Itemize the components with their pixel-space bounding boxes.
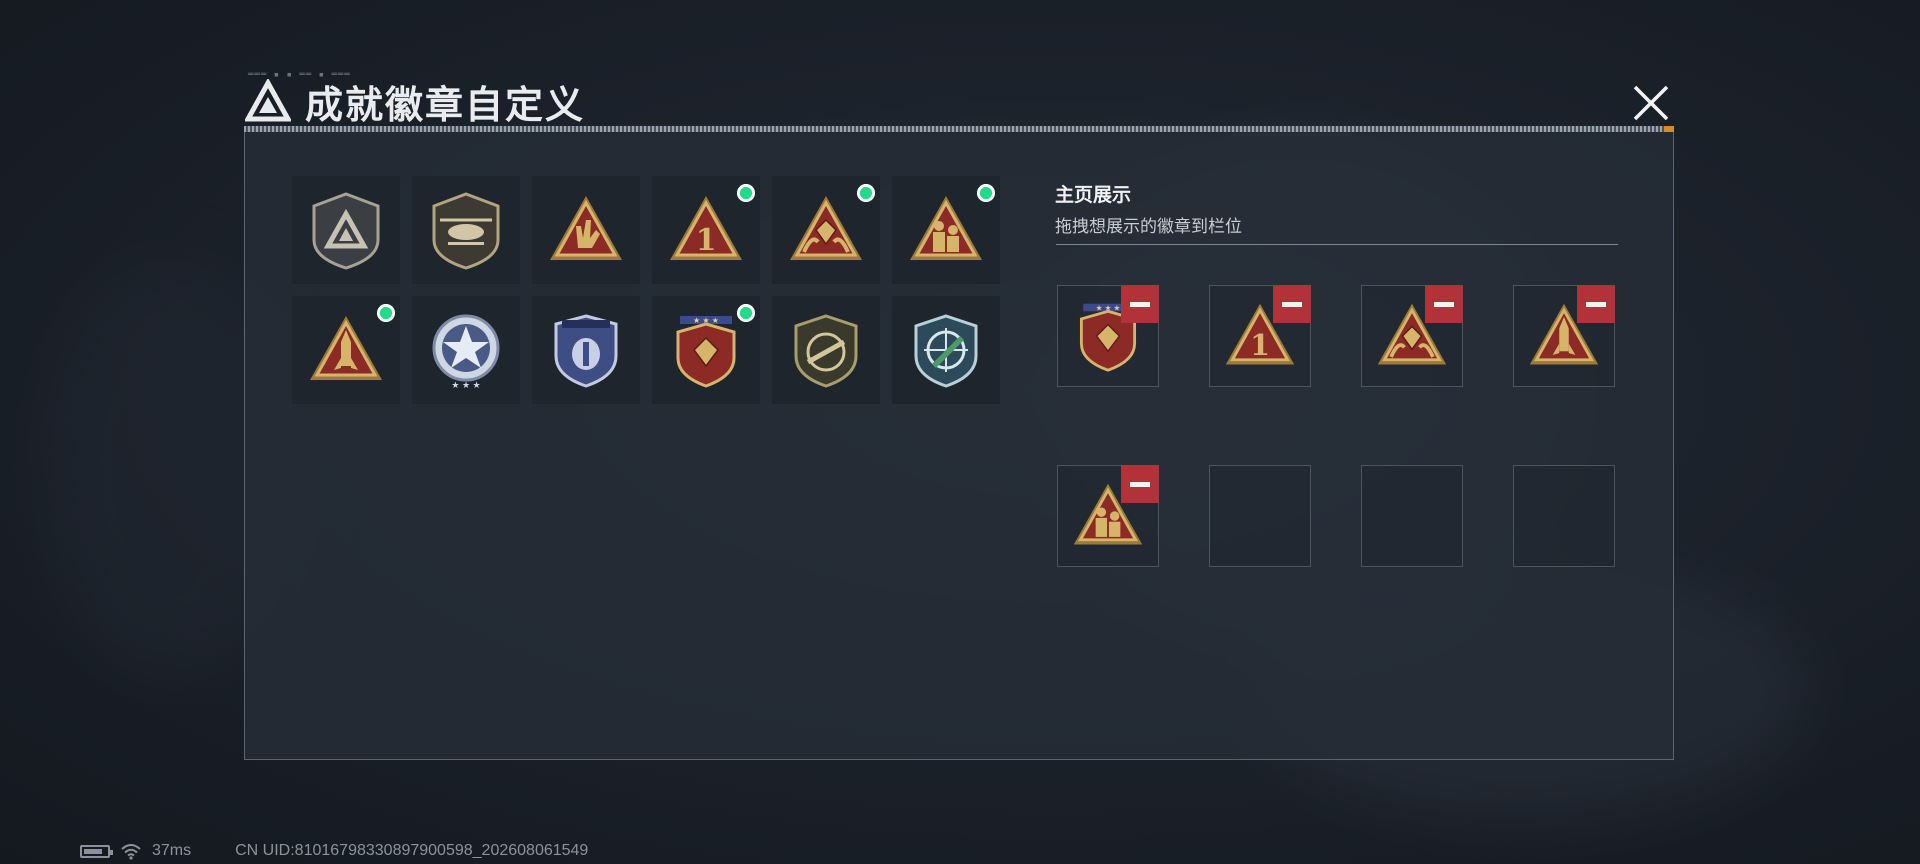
badge-item[interactable]: 1 — [652, 176, 760, 284]
battery-icon — [80, 844, 113, 858]
showcase-slot-filled[interactable]: ★ ★ ★ — [1057, 285, 1159, 387]
close-icon[interactable] — [1626, 78, 1676, 128]
star-emblem-badge-icon: ★ ★ ★ — [432, 314, 500, 390]
badge-item[interactable] — [772, 296, 880, 404]
soldiers-triangle-badge-icon — [910, 196, 982, 260]
remove-badge-button[interactable] — [1577, 285, 1615, 323]
new-badge-dot — [977, 184, 995, 202]
new-badge-dot — [857, 184, 875, 202]
svg-text:★ ★ ★: ★ ★ ★ — [693, 316, 719, 325]
triangle-logo-icon — [245, 78, 291, 121]
crosshair-shield-badge-icon — [914, 314, 978, 388]
showcase-slot-filled[interactable]: 1 — [1209, 285, 1311, 387]
showcase-slot-filled[interactable] — [1057, 465, 1159, 567]
showcase-slot-grid: ★ ★ ★ 1 — [1057, 285, 1615, 567]
badge-item[interactable] — [292, 296, 400, 404]
showcase-slot-empty[interactable] — [1513, 465, 1615, 567]
badge-item[interactable] — [412, 176, 520, 284]
hand-gesture-triangle-badge-icon — [550, 196, 622, 260]
rocket-triangle-badge-icon — [310, 316, 382, 380]
status-bar: 37ms CN UID:810167983308979005​98_202608… — [80, 842, 588, 860]
showcase-slot-empty[interactable] — [1361, 465, 1463, 567]
minus-icon — [1282, 301, 1302, 307]
showcase-slot-empty[interactable] — [1209, 465, 1311, 567]
panel-top-divider — [244, 126, 1674, 132]
panel-accent — [1664, 126, 1674, 132]
svg-text:1: 1 — [696, 223, 717, 258]
badge-item[interactable]: ★ ★ ★ — [412, 296, 520, 404]
showcase-slot-filled[interactable] — [1513, 285, 1615, 387]
showcase-title: 主页展示 — [1055, 185, 1132, 206]
badge-item[interactable] — [772, 176, 880, 284]
remove-badge-button[interactable] — [1121, 465, 1159, 503]
remove-badge-button[interactable] — [1273, 285, 1311, 323]
svg-text:★ ★ ★: ★ ★ ★ — [451, 380, 480, 390]
badge-collection-grid: 1 ★ ★ ★ ★ ★ ★ — [292, 176, 1000, 404]
badge-item[interactable] — [892, 176, 1000, 284]
minus-icon — [1130, 481, 1150, 487]
badge-item[interactable] — [532, 176, 640, 284]
badge-item[interactable] — [892, 296, 1000, 404]
badge-item[interactable]: ★ ★ ★ — [652, 296, 760, 404]
badge-item[interactable] — [292, 176, 400, 284]
gem-hands-triangle-badge-icon — [790, 196, 862, 260]
remove-badge-button[interactable] — [1121, 285, 1159, 323]
new-badge-dot — [737, 184, 755, 202]
ping-text: 37ms — [152, 842, 192, 859]
minus-icon — [1434, 301, 1454, 307]
badge-item[interactable] — [532, 296, 640, 404]
showcase-slot-filled[interactable] — [1361, 285, 1463, 387]
dialog-title: 成就徽章自定义 — [305, 85, 586, 127]
silver-triangle-shield-badge-icon — [312, 192, 380, 270]
dialog-header: 成就徽章自定义 — [245, 74, 585, 129]
number-one-triangle-badge-icon: 1 — [670, 196, 742, 260]
minus-icon — [1586, 301, 1606, 307]
svg-text:★ ★ ★: ★ ★ ★ — [1096, 303, 1121, 312]
helicopter-badge-icon — [432, 192, 500, 270]
remove-badge-button[interactable] — [1425, 285, 1463, 323]
blue-shield-badge-icon — [554, 314, 618, 388]
minus-icon — [1130, 301, 1150, 307]
wifi-icon — [121, 844, 141, 860]
red-gem-shield-badge-icon: ★ ★ ★ — [676, 316, 736, 388]
new-badge-dot — [377, 304, 395, 322]
svg-text:1: 1 — [1250, 328, 1270, 362]
showcase-subtitle: 拖拽想展示的徽章到栏位 — [1055, 217, 1242, 236]
showcase-divider — [1056, 244, 1618, 245]
new-badge-dot — [737, 304, 755, 322]
rifle-shield-badge-icon — [794, 314, 858, 388]
uid-text: CN UID:810167983308979005​98_20260806154… — [235, 842, 589, 859]
